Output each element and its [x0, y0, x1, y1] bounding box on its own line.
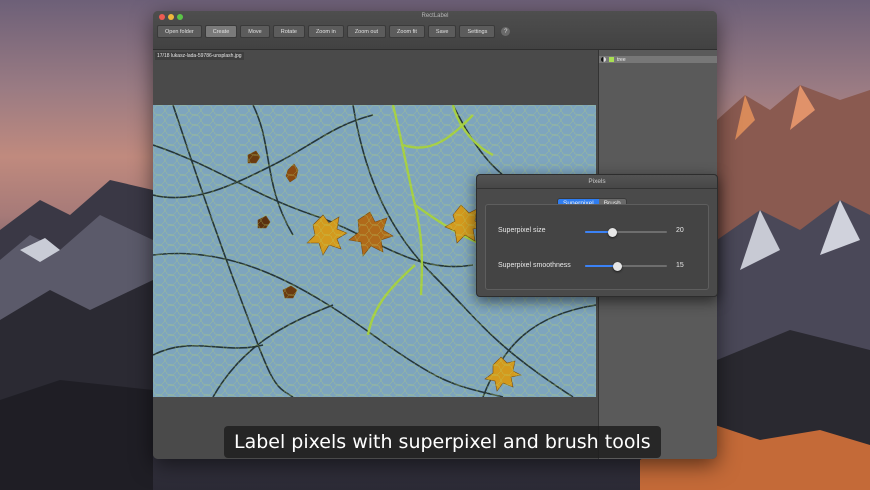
- panel-settings-box: [485, 204, 709, 290]
- contrast-icon[interactable]: [601, 57, 606, 62]
- slider-knob[interactable]: [613, 261, 623, 271]
- superpixel-smoothness-slider[interactable]: [585, 261, 667, 271]
- zoom-in-button[interactable]: Zoom in: [307, 25, 344, 38]
- rotate-button[interactable]: Rotate: [272, 25, 305, 38]
- panel-title: Pixels: [477, 175, 717, 189]
- label-name: tree: [617, 56, 626, 63]
- save-button[interactable]: Save: [427, 25, 457, 38]
- toolbar: Open folder Create Move Rotate Zoom in Z…: [157, 25, 511, 38]
- help-icon[interactable]: ?: [501, 27, 511, 36]
- window-title: RectLabel: [421, 13, 449, 19]
- slider-knob[interactable]: [608, 227, 618, 237]
- pixels-panel: Pixels Superpixel Brush Superpixel size …: [476, 174, 718, 297]
- superpixel-smoothness-value: 15: [676, 262, 684, 269]
- create-button[interactable]: Create: [204, 25, 238, 38]
- move-button[interactable]: Move: [240, 25, 270, 38]
- superpixel-smoothness-label: Superpixel smoothness: [498, 262, 571, 269]
- settings-button[interactable]: Settings: [459, 25, 496, 38]
- label-color-swatch: [609, 57, 614, 62]
- superpixel-size-value: 20: [676, 227, 684, 234]
- open-folder-button[interactable]: Open folder: [157, 25, 202, 38]
- superpixel-size-slider[interactable]: [585, 227, 667, 237]
- zoom-out-button[interactable]: Zoom out: [346, 25, 387, 38]
- title-bar: RectLabel Open folder Create Move Rotate…: [153, 11, 717, 50]
- image-filename: 17/18 lukasz-lada-59786-unsplash.jpg: [155, 52, 244, 60]
- label-row-tree[interactable]: tree: [599, 56, 717, 63]
- caption-banner: Label pixels with superpixel and brush t…: [224, 426, 661, 458]
- zoom-fit-button[interactable]: Zoom fit: [389, 25, 425, 38]
- superpixel-size-label: Superpixel size: [498, 227, 546, 234]
